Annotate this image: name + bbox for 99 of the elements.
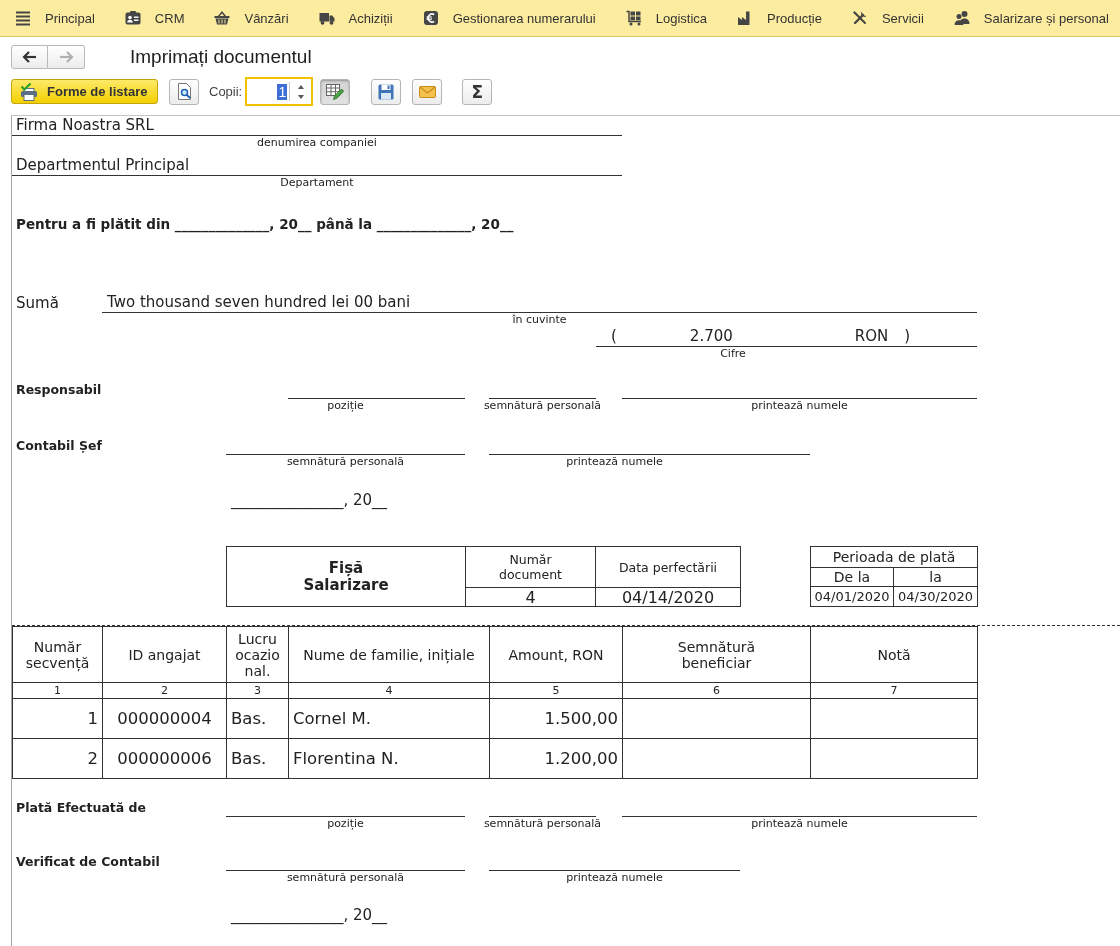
column-number: 2 bbox=[102, 682, 227, 699]
column-header: la bbox=[893, 567, 978, 587]
column-header: Lucru ocazional. bbox=[226, 626, 289, 683]
parenthesis-text: ( bbox=[611, 327, 617, 346]
field-caption: în cuvinte bbox=[512, 313, 567, 326]
column-number: 5 bbox=[489, 682, 623, 699]
print-forms-button[interactable]: Forme de listare bbox=[11, 79, 158, 104]
tools-icon bbox=[851, 10, 868, 26]
column-header: Semnătură beneficiar bbox=[622, 626, 811, 683]
table-cell: 000000006 bbox=[102, 738, 227, 779]
euro-icon bbox=[422, 10, 439, 26]
currency-code: RON bbox=[854, 327, 889, 346]
field-caption: printează numele bbox=[566, 871, 663, 884]
company-name-field: Firma Noastra SRL bbox=[12, 116, 622, 136]
column-header: Număr secvență bbox=[12, 626, 103, 683]
table-cell: 1 bbox=[12, 698, 103, 739]
menu-item[interactable]: Logistica bbox=[610, 3, 722, 33]
back-button[interactable] bbox=[11, 45, 48, 69]
column-number: 1 bbox=[12, 682, 103, 699]
field-caption: Cifre bbox=[720, 347, 746, 360]
table-cell: Florentina N. bbox=[288, 738, 490, 779]
parenthesis-text: ) bbox=[904, 327, 911, 346]
amount-words-field: Two thousand seven hundred lei 00 bani bbox=[102, 293, 977, 313]
column-header: Nume de familie, inițiale bbox=[288, 626, 490, 683]
field-caption: denumirea companiei bbox=[257, 136, 377, 149]
field-caption: poziție bbox=[327, 817, 364, 830]
date-line: _______________, 20__ bbox=[231, 905, 388, 925]
signatory-title: Verificat de Contabil bbox=[16, 854, 160, 869]
basket-icon bbox=[214, 10, 231, 26]
table-cell: 04/14/2020 bbox=[595, 587, 741, 607]
truck-icon bbox=[318, 10, 335, 26]
pay-period-line: Pentru a fi plătit din ______________, 20__ până la ______________, 20__ bbox=[16, 215, 514, 234]
table-cell: 1.200,00 bbox=[489, 738, 623, 779]
table-cell: 04/01/2020 bbox=[810, 586, 894, 607]
field-caption: printează numele bbox=[751, 817, 848, 830]
caret-down-icon[interactable] bbox=[297, 94, 304, 99]
menu-item[interactable]: Principal bbox=[0, 3, 110, 33]
cart-icon bbox=[625, 10, 642, 26]
table-cell: Bas. bbox=[226, 738, 289, 779]
field-caption: semnătură personală bbox=[483, 817, 602, 830]
column-header: De la bbox=[810, 567, 894, 587]
factory-icon bbox=[737, 10, 753, 26]
id-card-icon bbox=[124, 10, 141, 26]
table-pencil-icon bbox=[326, 83, 345, 100]
signatory-title: Plată Efectuată de bbox=[16, 800, 146, 815]
field-caption: printează numele bbox=[751, 399, 848, 412]
caret-up-icon[interactable] bbox=[297, 84, 304, 89]
column-header: Notă bbox=[810, 626, 978, 683]
sum-button[interactable]: Σ bbox=[462, 78, 493, 105]
table-cell: 000000004 bbox=[102, 698, 227, 739]
table-cell: 04/30/2020 bbox=[893, 586, 978, 607]
arrow-right-icon bbox=[58, 49, 74, 65]
field-caption: Departament bbox=[280, 176, 354, 189]
table-cell: Cornel M. bbox=[288, 698, 490, 739]
form-title: Fișă Salarizare bbox=[226, 546, 466, 607]
menu-item[interactable]: Vânzări bbox=[199, 3, 304, 33]
preview-button[interactable] bbox=[169, 78, 199, 105]
copies-field[interactable]: 1 bbox=[245, 77, 314, 106]
table-cell: 2 bbox=[12, 738, 103, 779]
printer-check-icon bbox=[20, 82, 38, 101]
menu-item[interactable]: Producție bbox=[722, 3, 837, 33]
signatory-title: Responsabil bbox=[16, 382, 102, 397]
page-title: Imprimați documentul bbox=[130, 45, 312, 69]
copies-label: Copii: bbox=[209, 84, 243, 99]
menu-item[interactable]: CRM bbox=[109, 3, 200, 33]
column-number: 6 bbox=[622, 682, 811, 699]
field-caption: semnătură personală bbox=[286, 871, 405, 884]
field-caption: semnătură personală bbox=[483, 399, 602, 412]
column-number: 7 bbox=[810, 682, 978, 699]
menu-icon bbox=[15, 10, 31, 26]
menu-item[interactable]: Salarizare și personal bbox=[938, 3, 1109, 33]
column-header: Data perfectării bbox=[595, 546, 741, 588]
department-field: Departmentul Principal bbox=[12, 156, 622, 176]
column-header: Număr document bbox=[465, 546, 596, 588]
menu-item[interactable]: Servicii bbox=[836, 3, 939, 33]
field-caption: printează numele bbox=[566, 455, 663, 468]
edit-toggle-button[interactable] bbox=[320, 78, 351, 105]
arrow-left-icon bbox=[21, 49, 38, 65]
field-caption: semnătură personală bbox=[286, 455, 405, 468]
email-button[interactable] bbox=[412, 78, 443, 105]
menu-item[interactable]: Achiziții bbox=[303, 3, 408, 33]
column-header: Perioada de plată bbox=[810, 546, 978, 568]
date-line: _______________, 20__ bbox=[231, 490, 388, 510]
column-number: 3 bbox=[226, 682, 289, 699]
column-header: Amount, RON bbox=[489, 626, 623, 683]
envelope-icon bbox=[418, 85, 436, 98]
people-icon bbox=[953, 10, 970, 26]
field-caption: poziție bbox=[327, 399, 364, 412]
table-cell: Bas. bbox=[226, 698, 289, 739]
column-number: 4 bbox=[288, 682, 490, 699]
menu-item[interactable]: Gestionarea numerarului bbox=[407, 3, 611, 33]
table-cell: 4 bbox=[465, 587, 596, 607]
document-search-icon bbox=[175, 83, 193, 100]
amount-figure: 2.700 bbox=[689, 327, 733, 346]
column-header: ID angajat bbox=[102, 626, 227, 683]
amount-label: Sumă bbox=[16, 293, 59, 313]
save-button[interactable] bbox=[371, 78, 402, 105]
signatory-title: Contabil Șef bbox=[16, 438, 102, 453]
table-cell: 1.500,00 bbox=[489, 698, 623, 739]
